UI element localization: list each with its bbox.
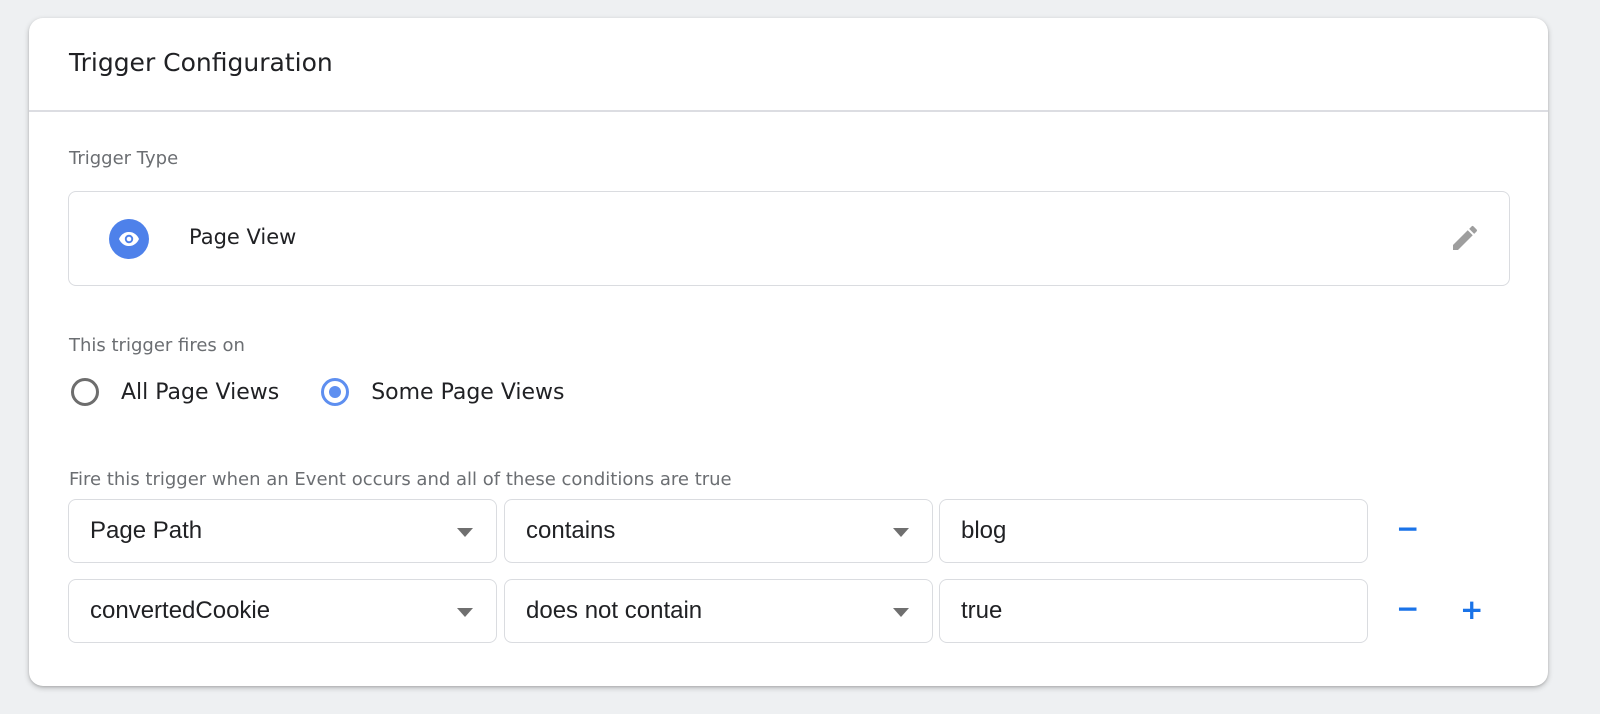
trigger-type-box[interactable]: Page View [68, 191, 1510, 286]
condition-row: convertedCookie does not contain true − … [68, 579, 1548, 645]
variable-value: Page Path [90, 517, 203, 544]
card-title: Trigger Configuration [69, 48, 333, 77]
radio-checked-icon[interactable] [321, 378, 350, 406]
operator-select[interactable]: does not contain [504, 579, 933, 643]
card-header: Trigger Configuration [29, 18, 1548, 112]
caret-down-icon [893, 528, 909, 537]
pencil-icon[interactable] [1449, 222, 1481, 254]
trigger-type-label: Trigger Type [69, 148, 179, 169]
radio-label: All Page Views [121, 379, 280, 405]
add-condition-button[interactable]: + [1460, 596, 1483, 624]
caret-down-icon [893, 608, 909, 617]
trigger-type-name: Page View [189, 225, 297, 249]
condition-row: Page Path contains blog − [68, 499, 1548, 565]
variable-value: convertedCookie [90, 597, 271, 624]
operator-select[interactable]: contains [504, 499, 933, 563]
operator-value: contains [526, 517, 616, 544]
remove-condition-button[interactable]: − [1396, 595, 1419, 623]
variable-select[interactable]: Page Path [68, 499, 497, 563]
conditions-label: Fire this trigger when an Event occurs a… [69, 469, 732, 490]
value-text: true [961, 597, 1003, 624]
value-text: blog [961, 517, 1007, 544]
fires-on-label: This trigger fires on [69, 335, 245, 356]
caret-down-icon [457, 528, 473, 537]
trigger-configuration-card: Trigger Configuration Trigger Type Page … [29, 18, 1548, 686]
radio-label: Some Page Views [371, 379, 565, 405]
operator-value: does not contain [526, 597, 703, 624]
remove-condition-button[interactable]: − [1396, 515, 1419, 543]
caret-down-icon [457, 608, 473, 617]
fires-on-radio-group: All Page Views Some Page Views [71, 378, 607, 406]
variable-select[interactable]: convertedCookie [68, 579, 497, 643]
radio-all-page-views[interactable]: All Page Views [71, 378, 279, 406]
radio-unchecked-icon[interactable] [71, 378, 99, 406]
value-input[interactable]: true [939, 579, 1368, 643]
value-input[interactable]: blog [939, 499, 1368, 563]
eye-icon [109, 219, 149, 259]
radio-some-page-views[interactable]: Some Page Views [321, 378, 565, 406]
